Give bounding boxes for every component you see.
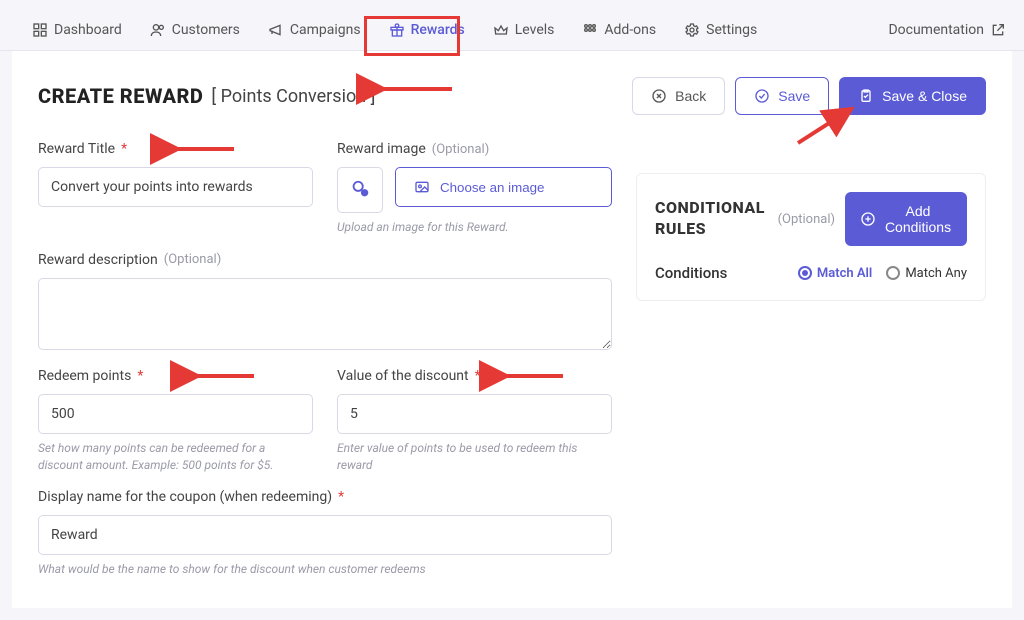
annotation-arrow-discount xyxy=(497,366,567,386)
gear-icon xyxy=(684,22,700,38)
plus-circle-icon xyxy=(860,211,876,227)
save-close-button-label: Save & Close xyxy=(882,88,967,104)
top-navbar: Dashboard Customers Campaigns Rewards Le… xyxy=(0,10,1024,51)
nav-customers[interactable]: Customers xyxy=(136,10,254,50)
conditional-rules-panel: CONDITIONAL RULES (Optional) Add Conditi… xyxy=(636,173,986,301)
conditions-label: Conditions xyxy=(655,264,727,282)
nav-dashboard-label: Dashboard xyxy=(54,22,122,38)
image-thumb-placeholder xyxy=(337,167,383,213)
dashboard-icon xyxy=(32,22,48,38)
add-conditions-label: Add Conditions xyxy=(884,203,952,235)
nav-levels-label: Levels xyxy=(515,22,555,38)
grid-icon xyxy=(582,22,598,38)
upload-image-icon xyxy=(414,179,430,195)
discount-value-label: Value of the discount * xyxy=(337,368,612,384)
redeem-points-label: Redeem points * xyxy=(38,368,313,384)
match-any-label: Match Any xyxy=(905,266,967,281)
radio-dot-icon xyxy=(798,266,812,280)
add-conditions-button[interactable]: Add Conditions xyxy=(845,192,967,246)
reward-title-label: Reward Title * xyxy=(38,141,313,157)
check-circle-icon xyxy=(754,88,770,104)
nav-documentation[interactable]: Documentation xyxy=(888,22,1006,38)
main-content: CREATE REWARD [ Points Conversion ] Back… xyxy=(12,51,1012,608)
save-button-label: Save xyxy=(778,88,810,104)
nav-rewards-label: Rewards xyxy=(411,22,465,38)
nav-rewards[interactable]: Rewards xyxy=(375,10,479,50)
nav-addons[interactable]: Add-ons xyxy=(568,10,670,50)
external-link-icon xyxy=(990,22,1006,38)
nav-customers-label: Customers xyxy=(172,22,240,38)
redeem-points-helper: Set how many points can be redeemed for … xyxy=(38,440,313,474)
display-name-label: Display name for the coupon (when redeem… xyxy=(38,489,612,505)
reward-title-input[interactable] xyxy=(38,167,313,207)
page-subtitle: [ Points Conversion ] xyxy=(211,86,375,107)
nav-campaigns[interactable]: Campaigns xyxy=(254,10,375,50)
image-helper-text: Upload an image for this Reward. xyxy=(337,219,612,236)
match-all-radio[interactable]: Match All xyxy=(798,266,872,281)
page-title: CREATE REWARD xyxy=(38,84,203,108)
clipboard-check-icon xyxy=(858,88,874,104)
nav-settings[interactable]: Settings xyxy=(670,10,771,50)
back-button-label: Back xyxy=(675,88,706,104)
match-any-radio[interactable]: Match Any xyxy=(886,266,967,281)
gift-icon xyxy=(389,22,405,38)
choose-image-label: Choose an image xyxy=(440,180,544,195)
annotation-arrow-title xyxy=(374,79,454,99)
nav-addons-label: Add-ons xyxy=(604,22,656,38)
nav-dashboard[interactable]: Dashboard xyxy=(18,10,136,50)
description-label: Reward description (Optional) xyxy=(38,252,612,268)
discount-value-helper: Enter value of points to be used to rede… xyxy=(337,440,612,474)
discount-value-input[interactable] xyxy=(337,394,612,434)
crown-icon xyxy=(493,22,509,38)
nav-levels[interactable]: Levels xyxy=(479,10,569,50)
annotation-arrow-rewardtitle xyxy=(168,139,238,159)
save-button[interactable]: Save xyxy=(735,77,829,115)
back-button[interactable]: Back xyxy=(632,77,725,115)
close-circle-icon xyxy=(651,88,667,104)
users-icon xyxy=(150,22,166,38)
rules-optional: (Optional) xyxy=(778,212,835,227)
display-name-input[interactable] xyxy=(38,515,612,555)
description-textarea[interactable] xyxy=(38,278,612,350)
nav-documentation-label: Documentation xyxy=(888,22,984,38)
annotation-arrow-redeem xyxy=(188,366,258,386)
nav-campaigns-label: Campaigns xyxy=(290,22,361,38)
display-name-helper: What would be the name to show for the d… xyxy=(38,561,612,578)
redeem-points-input[interactable] xyxy=(38,394,313,434)
choose-image-button[interactable]: Choose an image xyxy=(395,167,612,207)
reward-image-label: Reward image (Optional) xyxy=(337,141,612,157)
nav-settings-label: Settings xyxy=(706,22,757,38)
save-close-button[interactable]: Save & Close xyxy=(839,77,986,115)
match-all-label: Match All xyxy=(817,266,872,281)
image-placeholder-icon xyxy=(349,179,371,201)
rules-title: CONDITIONAL RULES xyxy=(655,198,768,240)
match-radio-group: Match All Match Any xyxy=(798,266,967,281)
radio-dot-icon xyxy=(886,266,900,280)
megaphone-icon xyxy=(268,22,284,38)
